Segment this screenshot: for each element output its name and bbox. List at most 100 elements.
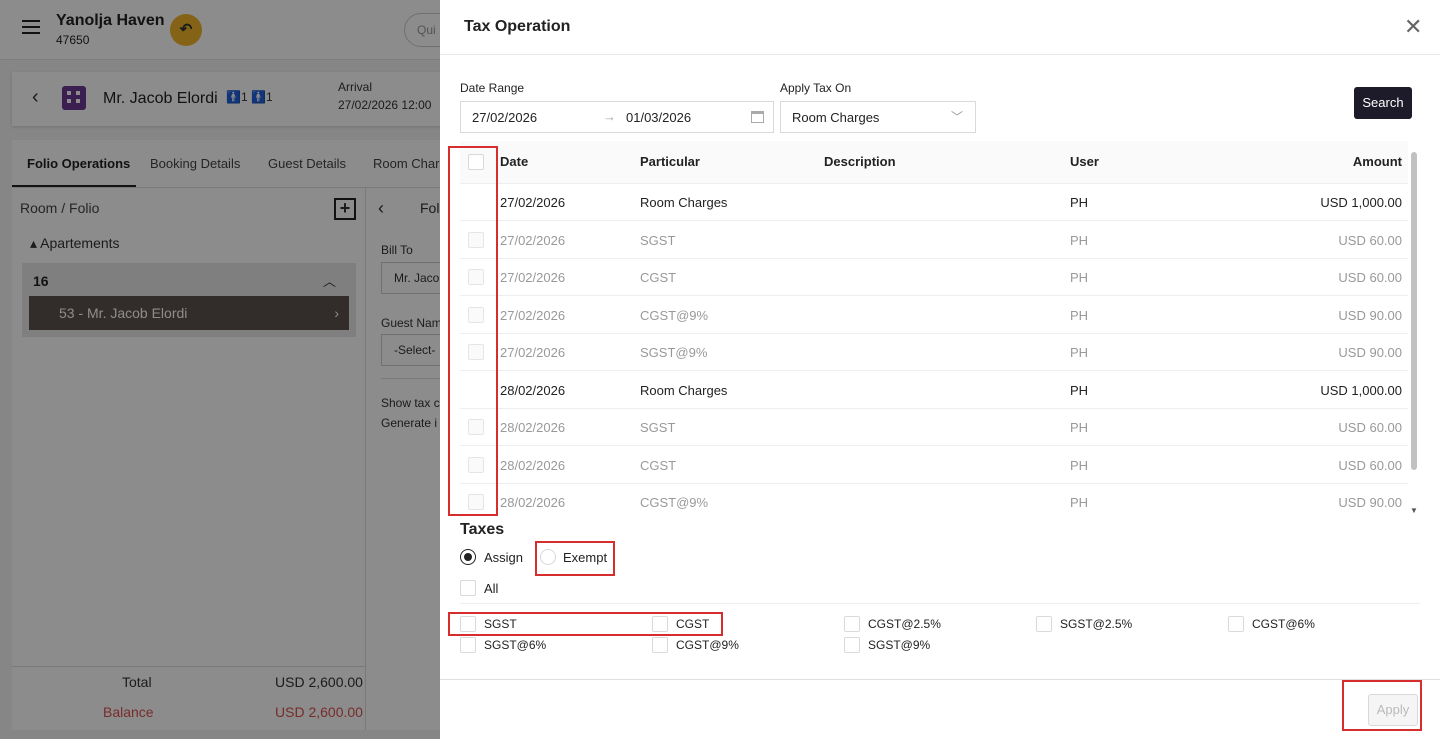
apply-tax-on-label: Apply Tax On (780, 81, 852, 95)
row-particular: CGST (640, 270, 677, 285)
table-row[interactable]: 28/02/2026 Room Charges PH USD 1,000.00 (460, 372, 1408, 409)
tax-option-label: CGST@9% (676, 638, 739, 652)
tax-option-label: SGST@2.5% (1060, 617, 1133, 631)
tax-option-label: CGST@6% (1252, 617, 1315, 631)
calendar-icon[interactable] (751, 111, 764, 123)
table-row[interactable]: 27/02/2026 SGST PH USD 60.00 (460, 222, 1408, 259)
row-user: PH (1070, 382, 1089, 398)
chevron-down-icon: ﹀ (950, 110, 963, 124)
apply-tax-on-value: Room Charges (792, 110, 880, 125)
row-user: PH (1070, 495, 1089, 510)
row-date: 28/02/2026 (500, 382, 566, 398)
row-date: 27/02/2026 (500, 195, 566, 210)
row-particular: CGST@9% (640, 307, 709, 323)
assign-label: Assign (484, 550, 524, 565)
tax-option[interactable]: CGST@2.5% (844, 616, 1034, 634)
tax-option[interactable]: CGST@9% (652, 637, 842, 655)
row-amount: USD 60.00 (1338, 457, 1402, 473)
tax-option[interactable]: CGST@6% (1228, 616, 1418, 634)
row-particular: CGST@9% (640, 495, 709, 510)
row-date: 27/02/2026 (500, 345, 566, 360)
tax-option-checkbox[interactable] (1228, 616, 1244, 632)
tax-option[interactable]: SGST@9% (844, 637, 1034, 655)
exempt-label: Exempt (563, 550, 608, 565)
row-user: PH (1070, 232, 1089, 248)
row-user: PH (1070, 457, 1089, 473)
row-amount: USD 1,000.00 (1320, 382, 1402, 398)
tax-option-checkbox[interactable] (652, 637, 668, 653)
row-amount: USD 60.00 (1338, 232, 1402, 248)
tax-option-checkbox[interactable] (1036, 616, 1052, 632)
tax-option-checkbox[interactable] (460, 637, 476, 653)
row-user: PH (1070, 195, 1089, 210)
table-scrollbar[interactable] (1411, 152, 1417, 470)
drawer-title: Tax Operation (464, 18, 571, 35)
table-row[interactable]: 27/02/2026 Room Charges PH USD 1,000.00 (460, 184, 1408, 221)
tax-option-label: CGST@2.5% (868, 617, 941, 631)
tax-option[interactable]: SGST@6% (460, 637, 650, 655)
all-taxes-checkbox[interactable] (460, 580, 476, 596)
table-header: Date Particular Description User Amount (460, 141, 1408, 184)
row-particular: Room Charges (640, 195, 728, 210)
header-divider (440, 54, 1440, 55)
col-date: Date (500, 154, 529, 169)
row-amount: USD 90.00 (1338, 495, 1402, 510)
tax-option-checkbox[interactable] (844, 616, 860, 632)
tax-option-checkbox[interactable] (844, 637, 860, 653)
apply-button[interactable]: Apply (1368, 694, 1418, 726)
table-row[interactable]: 27/02/2026 CGST@9% PH USD 90.00 (460, 297, 1408, 334)
tax-option[interactable]: CGST (652, 616, 842, 634)
table-row[interactable]: 27/02/2026 SGST@9% PH USD 90.00 (460, 334, 1408, 371)
date-range-picker[interactable]: 27/02/2026 → 01/03/2026 (460, 101, 774, 133)
col-user: User (1070, 154, 1099, 169)
row-user: PH (1070, 345, 1089, 360)
tax-option-label: SGST@6% (484, 638, 547, 652)
close-icon[interactable]: ✕ (1404, 16, 1422, 38)
row-date: 27/02/2026 (500, 307, 566, 323)
apply-tax-on-select[interactable]: Room Charges ﹀ (780, 101, 976, 133)
col-particular: Particular (640, 154, 700, 169)
row-amount: USD 60.00 (1338, 420, 1402, 435)
row-particular: SGST (640, 420, 676, 435)
tax-option-label: SGST@9% (868, 638, 931, 652)
row-particular: CGST (640, 457, 677, 473)
assign-radio[interactable] (460, 549, 476, 565)
table-row[interactable]: 27/02/2026 CGST PH USD 60.00 (460, 259, 1408, 296)
table-row[interactable]: 28/02/2026 CGST PH USD 60.00 (460, 447, 1408, 484)
tax-option[interactable]: SGST@2.5% (1036, 616, 1226, 634)
footer-divider (440, 679, 1440, 680)
row-particular: Room Charges (640, 382, 728, 398)
row-particular: SGST (640, 232, 676, 248)
col-description: Description (824, 154, 896, 169)
row-amount: USD 90.00 (1338, 307, 1402, 323)
col-amount: Amount (1352, 154, 1402, 169)
highlight-checkbox-column (448, 146, 498, 516)
date-range-label: Date Range (460, 81, 525, 95)
row-date: 27/02/2026 (500, 270, 566, 285)
table-row[interactable]: 28/02/2026 SGST PH USD 60.00 (460, 409, 1408, 446)
date-to-input[interactable]: 01/03/2026 (626, 110, 691, 125)
tax-option-label: CGST (676, 617, 710, 631)
row-date: 27/02/2026 (500, 232, 566, 248)
taxes-title: Taxes (460, 521, 505, 538)
date-from-input[interactable]: 27/02/2026 (472, 110, 537, 125)
row-amount: USD 1,000.00 (1320, 195, 1402, 210)
tax-option-label: SGST (484, 617, 517, 631)
modal-overlay[interactable] (0, 0, 440, 739)
tax-operation-drawer: Tax Operation ✕ Date Range 27/02/2026 → … (440, 0, 1440, 739)
row-user: PH (1070, 270, 1089, 285)
arrow-right-icon: → (603, 109, 616, 124)
table-row[interactable]: 28/02/2026 CGST@9% PH USD 90.00 (460, 484, 1408, 514)
exempt-radio[interactable] (540, 549, 556, 565)
tax-option-checkbox[interactable] (652, 616, 668, 632)
row-user: PH (1070, 420, 1089, 435)
row-date: 28/02/2026 (500, 495, 566, 510)
search-button[interactable]: Search (1354, 87, 1412, 119)
row-amount: USD 90.00 (1338, 345, 1402, 360)
row-particular: SGST@9% (640, 345, 708, 360)
tax-option-checkbox[interactable] (460, 616, 476, 632)
tax-option[interactable]: SGST (460, 616, 650, 634)
row-amount: USD 60.00 (1338, 270, 1402, 285)
scroll-down-icon[interactable]: ▼ (1410, 506, 1418, 515)
row-user: PH (1070, 307, 1089, 323)
